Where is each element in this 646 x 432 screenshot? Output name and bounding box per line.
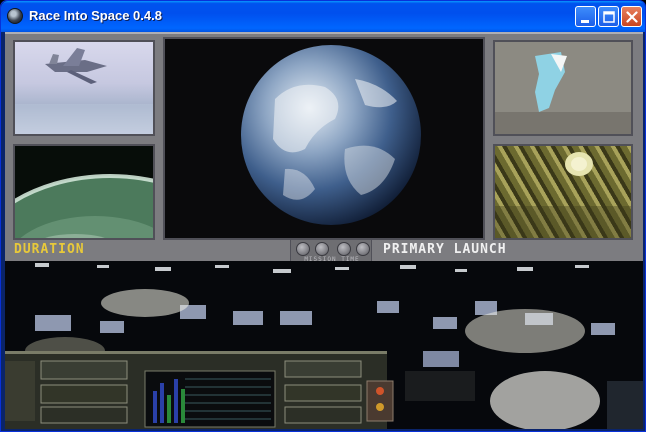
fast-forward-icon[interactable] [356, 242, 370, 256]
video-frame-aircraft [13, 40, 155, 136]
app-window: Race Into Space 0.4.8 DURATION MISSION T… [0, 0, 646, 432]
earth-image [165, 39, 483, 238]
close-icon [626, 11, 638, 23]
maximize-icon [603, 11, 615, 23]
lunar-surface-image [495, 42, 631, 134]
rewind-icon[interactable] [296, 242, 310, 256]
minimize-button[interactable] [575, 6, 596, 27]
mission-control-scene [5, 261, 643, 429]
video-frame-lunar [493, 40, 633, 136]
duration-label: DURATION [14, 242, 85, 257]
video-frame-orbit [5, 144, 262, 398]
window-title: Race Into Space 0.4.8 [29, 8, 162, 23]
video-frame-terrain [493, 144, 633, 240]
aircraft-image [15, 48, 153, 134]
mission-control-image [5, 261, 643, 429]
mission-video-panel: DURATION MISSION TIME PRIMARY LAUNCH [5, 32, 643, 398]
mission-time-control[interactable]: MISSION TIME [290, 239, 372, 263]
terrain-image [495, 152, 631, 238]
game-viewport[interactable]: DURATION MISSION TIME PRIMARY LAUNCH [5, 32, 643, 429]
play-icon[interactable] [315, 242, 329, 256]
title-bar[interactable]: Race Into Space 0.4.8 [1, 1, 645, 32]
maximize-button[interactable] [598, 6, 619, 27]
minimize-icon [581, 20, 589, 23]
earth-limb-image [5, 146, 262, 398]
pause-icon[interactable] [337, 242, 351, 256]
launch-status-label: PRIMARY LAUNCH [383, 242, 507, 257]
app-icon[interactable] [7, 8, 23, 24]
video-frame-earth [163, 37, 485, 240]
close-button[interactable] [621, 6, 642, 27]
